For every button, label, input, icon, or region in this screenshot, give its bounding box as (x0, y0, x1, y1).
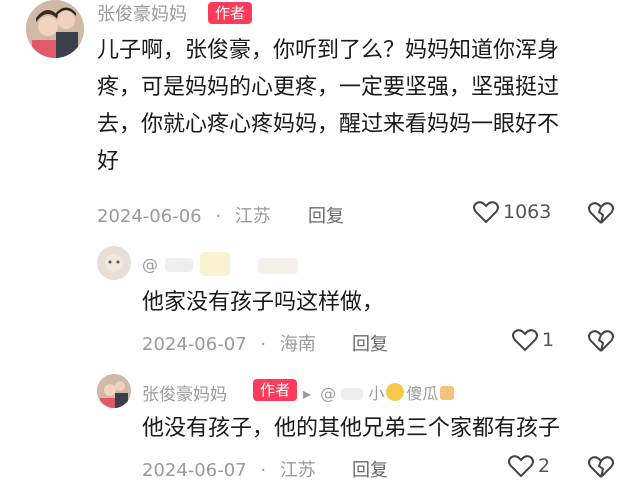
reply-meta: 2024-06-07 · 江苏 (142, 456, 316, 482)
blurred-username (258, 258, 298, 274)
reply-text: 他家没有孩子吗这样做， (142, 290, 385, 315)
avatar-photo (97, 374, 131, 408)
like-count: 1 (542, 329, 555, 351)
reply-button[interactable]: 回复 (352, 456, 388, 482)
username[interactable]: 张俊豪妈妈 (142, 380, 227, 405)
username[interactable]: @ (142, 255, 158, 274)
like-count: 2 (538, 455, 551, 477)
broken-heart-icon (588, 202, 614, 224)
thumbs-up-icon (440, 386, 455, 400)
like-button[interactable]: 1063 (473, 200, 551, 224)
reply-date: 2024-06-07 (142, 460, 247, 481)
heart-icon (512, 329, 538, 352)
separator: · (260, 334, 267, 355)
comment-line: 好 (97, 149, 120, 174)
separator: · (260, 460, 267, 481)
avatar[interactable] (26, 0, 84, 58)
username[interactable]: 张俊豪妈妈 (97, 0, 187, 26)
comment-text: 儿子啊，张俊豪，你听到了么？妈妈知道你浑身 疼，可是妈妈的心更疼，一定要坚强，坚… (97, 32, 617, 180)
author-tag: 作者 (208, 2, 253, 24)
reply-button[interactable]: 回复 (352, 330, 388, 356)
avatar-photo (97, 246, 131, 280)
like-button[interactable]: 1 (512, 328, 554, 352)
heart-icon (473, 201, 499, 224)
separator: · (215, 206, 222, 227)
heart-icon (508, 455, 534, 478)
blurred-username (200, 252, 230, 276)
broken-heart-icon (588, 330, 614, 352)
reply-target[interactable]: ▸ @ 小 傻瓜 (303, 380, 455, 404)
author-tag: 作者 (253, 379, 298, 401)
comment-line: 去，你就心疼心疼妈妈，醒过来看妈妈一眼好不 (97, 112, 560, 137)
comment-date: 2024-06-06 (97, 206, 202, 227)
smiley-icon (386, 383, 405, 401)
comment-location: 江苏 (234, 206, 271, 227)
like-button[interactable]: 2 (508, 454, 550, 478)
reply-date: 2024-06-07 (142, 334, 247, 355)
avatar-photo (26, 0, 84, 58)
mention-prefix: @ (320, 384, 337, 403)
reply-location: 江苏 (279, 460, 316, 481)
blurred-username (165, 258, 193, 272)
mention-name: 小 (368, 384, 385, 403)
arrow-icon: ▸ (303, 384, 312, 403)
blurred-username (341, 388, 364, 400)
comment-line: 疼，可是妈妈的心更疼，一定要坚强，坚强挺过 (97, 75, 560, 100)
dislike-button[interactable] (588, 455, 614, 483)
mention-name: 傻瓜 (406, 384, 439, 403)
reply-text: 他没有孩子，他的其他兄弟三个家都有孩子 (142, 416, 561, 441)
avatar[interactable] (97, 374, 131, 408)
comment-meta: 2024-06-06 · 江苏 (97, 202, 271, 228)
like-count: 1063 (503, 201, 552, 223)
dislike-button[interactable] (588, 329, 614, 357)
reply-meta: 2024-06-07 · 海南 (142, 330, 316, 356)
avatar[interactable] (97, 246, 131, 280)
reply-button[interactable]: 回复 (308, 202, 344, 228)
reply-location: 海南 (279, 334, 316, 355)
comment-line: 儿子啊，张俊豪，你听到了么？妈妈知道你浑身 (97, 38, 560, 63)
broken-heart-icon (588, 456, 614, 478)
dislike-button[interactable] (588, 201, 614, 229)
